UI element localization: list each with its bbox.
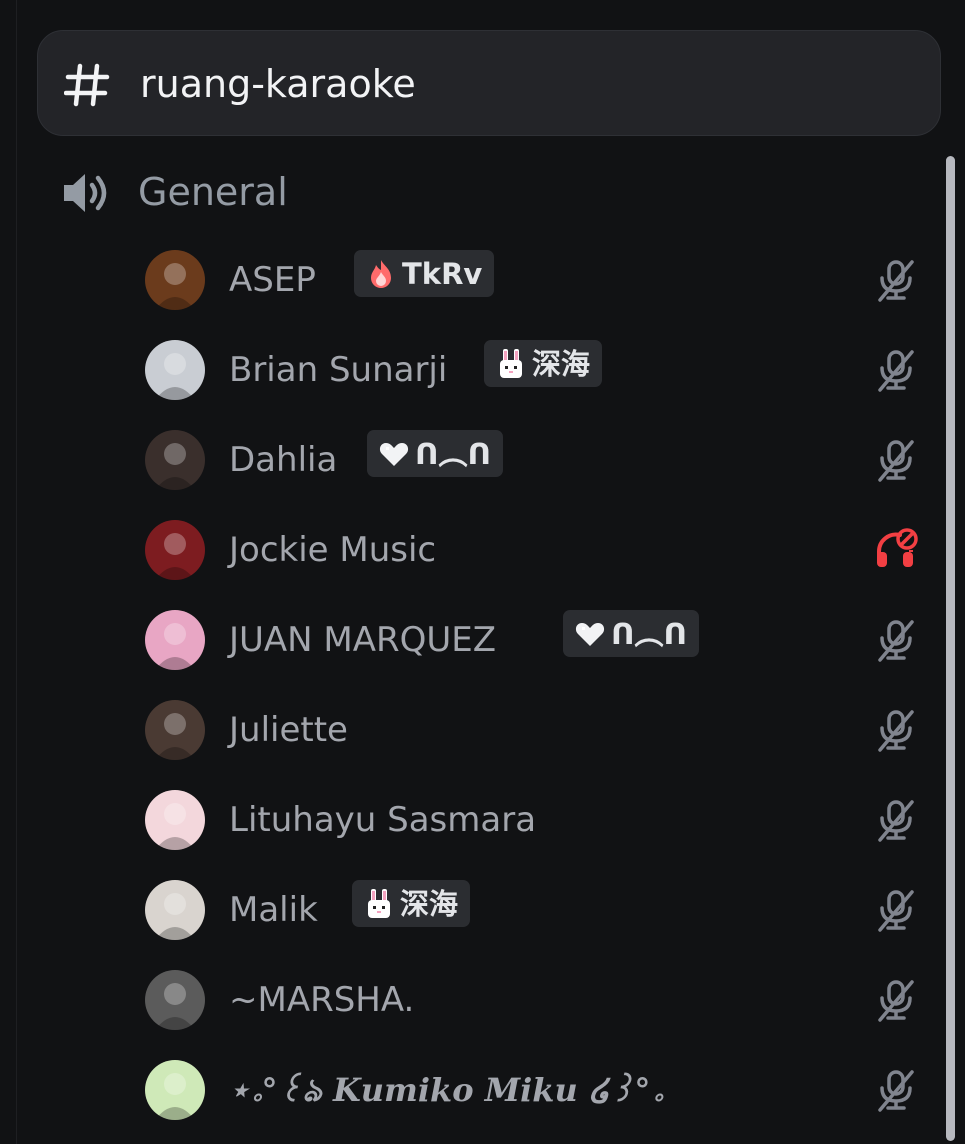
scrollbar[interactable] [946, 156, 955, 1141]
bunny-icon [362, 887, 396, 921]
member-row-jockie-music[interactable]: Jockie Music [140, 510, 930, 590]
member-row-lituhayu-sasmara[interactable]: Lituhayu Sasmara [140, 780, 930, 860]
member-row-marsha[interactable]: ~MARSHA. [140, 960, 930, 1040]
member-row-brian-sunarji[interactable]: Brian Sunarji 深海 [140, 330, 930, 410]
member-name: Brian Sunarji [229, 350, 448, 390]
avatar[interactable] [145, 610, 205, 670]
avatar[interactable] [145, 880, 205, 940]
heart-icon [573, 617, 607, 651]
mic-muted-icon [874, 438, 918, 482]
mic-muted-icon [874, 798, 918, 842]
member-name: JUAN MARQUEZ [229, 620, 497, 660]
member-row-malik[interactable]: Malik 深海 [140, 870, 930, 950]
mic-muted-icon [874, 708, 918, 752]
hash-icon [64, 63, 110, 107]
voice-channel-general[interactable]: General [60, 166, 460, 220]
avatar[interactable] [145, 430, 205, 490]
guild-tag-text: ᑎ︵ᑎ [415, 436, 492, 471]
member-row-dahlia[interactable]: Dahlia ᑎ︵ᑎ [140, 420, 930, 500]
channel-header[interactable]: ruang-karaoke [37, 30, 941, 136]
member-row-asep[interactable]: ASEP TkRv [140, 240, 930, 320]
guild-tag-text: TkRv [402, 256, 483, 291]
deafened-icon [874, 528, 918, 572]
guild-tag-text: 深海 [532, 346, 591, 381]
mic-muted-icon [874, 348, 918, 392]
avatar[interactable] [145, 1060, 205, 1120]
member-name: ~MARSHA. [229, 980, 415, 1020]
guild-tag-badge[interactable]: 深海 [352, 880, 471, 927]
member-name: Lituhayu Sasmara [229, 800, 537, 840]
mic-muted-icon [874, 618, 918, 662]
mic-muted-icon [874, 888, 918, 932]
member-name: Malik [229, 890, 318, 930]
member-name: ⋆｡°꒰ঌ 𝑲𝒖𝒎𝒊𝒌𝒐 𝑴𝒊𝒌𝒖 ໒꒱°｡ [229, 1071, 663, 1109]
mic-muted-icon [874, 1068, 918, 1112]
avatar[interactable] [145, 340, 205, 400]
avatar[interactable] [145, 970, 205, 1030]
guild-tag-badge[interactable]: ᑎ︵ᑎ [563, 610, 700, 657]
avatar[interactable] [145, 250, 205, 310]
member-name: Dahlia [229, 440, 338, 480]
mic-muted-icon [874, 978, 918, 1022]
guild-tag-badge[interactable]: ᑎ︵ᑎ [367, 430, 504, 477]
guild-tag-badge[interactable]: 深海 [484, 340, 603, 387]
member-row-juliette[interactable]: Juliette [140, 690, 930, 770]
guild-tag-text: ᑎ︵ᑎ [611, 616, 688, 651]
voice-channel-name: General [138, 170, 288, 214]
avatar[interactable] [145, 790, 205, 850]
bunny-icon [494, 347, 528, 381]
avatar[interactable] [145, 700, 205, 760]
guild-tag-text: 深海 [400, 886, 459, 921]
member-name: Jockie Music [229, 530, 437, 570]
flame-icon [364, 257, 398, 291]
avatar[interactable] [145, 520, 205, 580]
member-row-kumiko-miku[interactable]: ⋆｡°꒰ঌ 𝑲𝒖𝒎𝒊𝒌𝒐 𝑴𝒊𝒌𝒖 ໒꒱°｡ [140, 1050, 930, 1130]
member-name: ASEP [229, 260, 316, 300]
channel-name: ruang-karaoke [140, 62, 416, 106]
member-row-juan-marquez[interactable]: JUAN MARQUEZ ᑎ︵ᑎ [140, 600, 930, 680]
heart-icon [377, 437, 411, 471]
member-name: Juliette [229, 710, 348, 750]
guild-tag-badge[interactable]: TkRv [354, 250, 495, 297]
speaker-icon [64, 174, 107, 212]
mic-muted-icon [874, 258, 918, 302]
